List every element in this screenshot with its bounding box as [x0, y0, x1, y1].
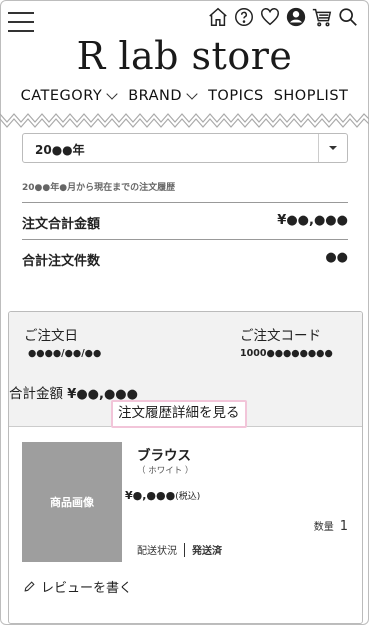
product-quantity: 数量 1 [313, 519, 348, 534]
search-icon[interactable] [337, 6, 359, 28]
total-amount-label: 注文合計金額 [22, 217, 101, 232]
nav-shoplist[interactable]: SHOPLIST [274, 88, 349, 104]
order-total: 合計金額 ¥●●,●●● [9, 382, 138, 402]
zigzag-divider [0, 113, 369, 128]
main-nav: CATEGORY BRAND TOPICS SHOPLIST [0, 88, 369, 104]
chevron-down-icon [186, 88, 198, 100]
total-count-label: 合計注文件数 [22, 254, 101, 269]
chevron-down-icon [106, 88, 118, 100]
header-icons [207, 6, 359, 28]
order-date-value: ●●●●/●●/●● [28, 348, 102, 359]
nav-brand[interactable]: BRAND [128, 88, 198, 104]
chevron-down-icon[interactable] [318, 134, 347, 162]
order-card: ご注文日 ●●●●/●●/●● ご注文コード 1000●●●●●●●● 合計金額… [8, 311, 363, 624]
order-date-label: ご注文日 [24, 328, 78, 344]
total-count-value: ●● [325, 250, 348, 265]
user-icon[interactable] [285, 6, 307, 28]
total-amount-row: 注文合計金額 ¥●●,●●● [22, 202, 348, 239]
order-detail-button[interactable]: 注文履歴詳細を見る [111, 400, 247, 428]
product-name[interactable]: ブラウス [137, 444, 191, 464]
store-logo[interactable]: R lab store [0, 34, 369, 78]
order-code-label: ご注文コード [240, 328, 321, 344]
total-amount-value: ¥●●,●●● [277, 213, 348, 228]
year-select-value: 20●●年 [35, 143, 85, 157]
product-price: ¥●,●●●(税込) [125, 489, 201, 502]
year-select[interactable]: 20●●年 [22, 133, 348, 163]
menu-icon[interactable] [8, 12, 34, 32]
help-icon[interactable] [233, 6, 255, 28]
order-total-label: 合計金額 [9, 386, 63, 402]
product-image[interactable]: 商品画像 [22, 442, 122, 562]
order-card-header: ご注文日 ●●●●/●●/●● ご注文コード 1000●●●●●●●● 合計金額… [9, 312, 362, 428]
nav-topics[interactable]: TOPICS [208, 88, 264, 104]
nav-category[interactable]: CATEGORY [21, 88, 119, 104]
history-range-note: 20●●年●月から現在までの注文履歴 [22, 183, 176, 193]
total-count-row: 合計注文件数 ●● [22, 239, 348, 276]
home-icon[interactable] [207, 6, 229, 28]
heart-icon[interactable] [259, 6, 281, 28]
cart-icon[interactable] [311, 6, 333, 28]
write-review-link[interactable]: レビューを書く [23, 577, 132, 596]
product-color: （ ホワイト ） [137, 466, 194, 476]
order-code-value: 1000●●●●●●●● [240, 348, 333, 359]
pencil-icon [24, 581, 35, 592]
shipping-status: 配送状況 発送済 [137, 542, 222, 557]
